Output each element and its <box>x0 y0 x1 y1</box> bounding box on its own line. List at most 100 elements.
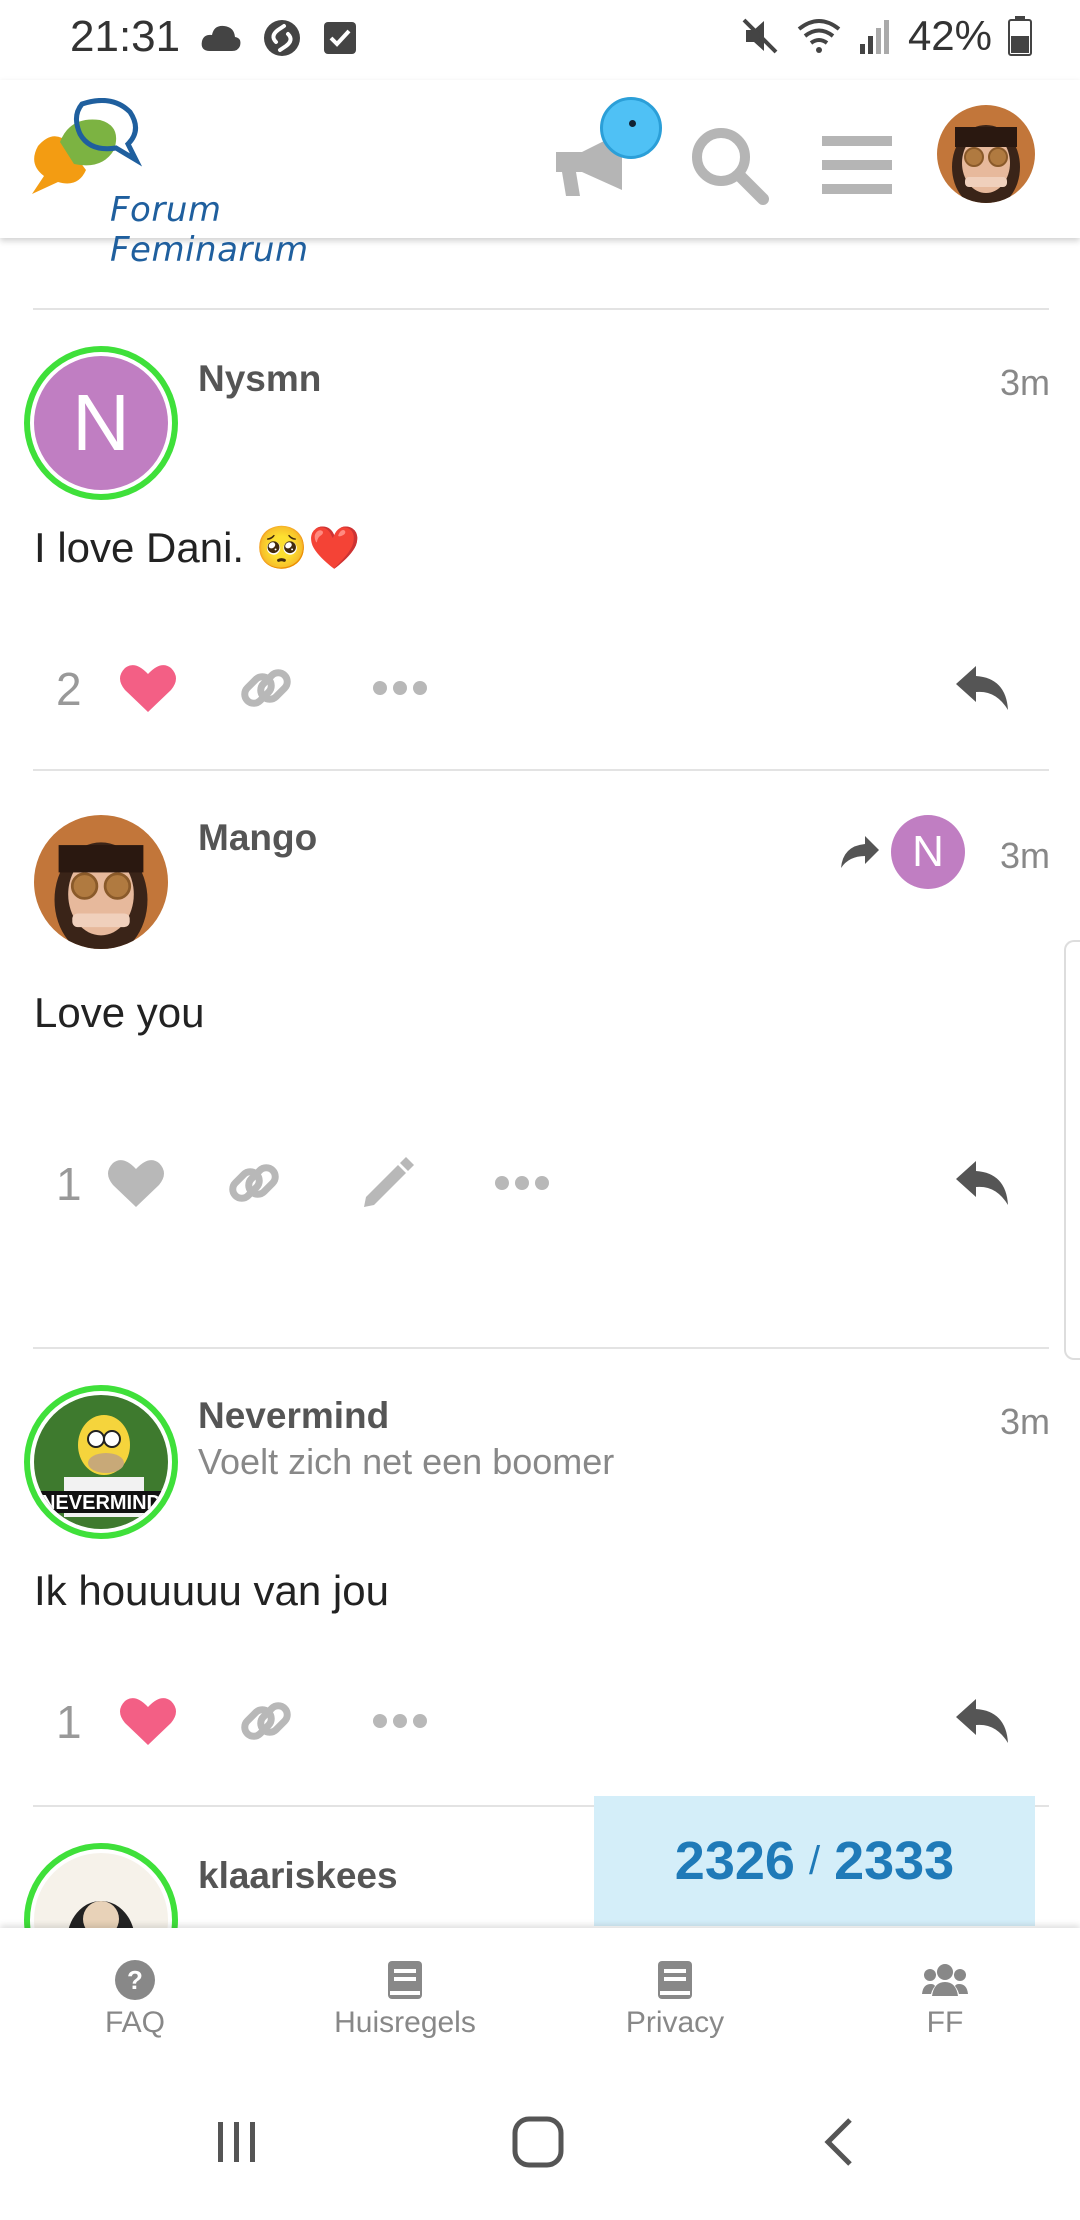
back-chevron-icon <box>824 2118 852 2166</box>
homer-avatar-image: NEVERMIND <box>34 1395 168 1529</box>
link-icon <box>229 1164 279 1202</box>
footer-item-privacy[interactable]: Privacy <box>575 1958 775 2040</box>
footer-item-faq[interactable]: ? FAQ <box>35 1958 235 2040</box>
users-icon <box>845 1958 1045 2002</box>
wifi-icon <box>797 19 841 53</box>
footer-item-huisregels[interactable]: Huisregels <box>305 1958 505 2040</box>
reply-to-indicator[interactable]: N <box>839 815 965 889</box>
reply-to-avatar: N <box>891 815 965 889</box>
progress-total: 2333 <box>834 1831 955 1891</box>
checkbox-icon <box>324 22 356 54</box>
reply-button[interactable] <box>950 656 1014 720</box>
reply-icon <box>956 1161 1008 1205</box>
post-mango: Mango N 3m Love you 1 <box>0 771 1080 1347</box>
logo-text: Forum Feminarum <box>110 190 309 270</box>
post-username[interactable]: Mango <box>198 817 317 859</box>
post-actions: 2 <box>0 648 1080 728</box>
user-avatar-ring[interactable] <box>24 1843 178 1928</box>
like-button[interactable] <box>104 1151 168 1215</box>
more-options-button[interactable] <box>368 656 432 720</box>
link-icon <box>241 669 291 707</box>
reply-icon <box>956 666 1008 710</box>
footer-item-label: FAQ <box>104 2006 165 2039</box>
footer-item-ff[interactable]: FF <box>845 1958 1045 2040</box>
back-button[interactable] <box>800 2102 880 2182</box>
hamburger-menu-icon <box>822 136 892 194</box>
heart-icon <box>120 1698 176 1745</box>
mute-icon <box>742 18 778 54</box>
post-username[interactable]: klaariskees <box>198 1855 398 1897</box>
post-time[interactable]: 3m <box>1000 362 1050 404</box>
status-time: 21:31 <box>70 12 181 61</box>
speech-bubbles-logo-icon <box>32 98 143 194</box>
heart-icon <box>108 1160 164 1207</box>
user-photo-avatar <box>34 815 168 949</box>
user-title: Voelt zich net een boomer <box>198 1441 615 1482</box>
home-square-icon <box>512 2116 564 2168</box>
menu-button[interactable] <box>812 120 902 210</box>
svg-text:NEVERMIND: NEVERMIND <box>41 1492 161 1514</box>
topic-progress-counter[interactable]: 2326 / 2333 <box>594 1796 1035 1926</box>
signal-icon <box>859 20 889 54</box>
post-nevermind: NEVERMIND Nevermind Voelt zich net een b… <box>0 1349 1080 1805</box>
post-username[interactable]: Nysmn <box>198 358 321 400</box>
battery-icon <box>1008 16 1032 56</box>
forum-logo[interactable]: Forum Feminarum <box>30 98 430 270</box>
user-avatar[interactable] <box>34 815 168 949</box>
sketch-avatar-image <box>34 1853 168 1928</box>
reply-icon <box>956 1699 1008 1743</box>
status-system-icons: 42% <box>740 12 1032 60</box>
more-options-button[interactable] <box>490 1151 554 1215</box>
more-options-button[interactable] <box>368 1689 432 1753</box>
post-actions: 1 <box>0 1143 1080 1223</box>
footer-item-label: Huisregels <box>334 2006 476 2039</box>
post-body: Love you <box>34 989 205 1036</box>
post-username[interactable]: Nevermind <box>198 1395 389 1437</box>
like-count[interactable]: 2 <box>56 662 82 716</box>
cloud-icon <box>201 25 241 51</box>
share-arrow-icon <box>841 836 879 868</box>
copy-link-button[interactable] <box>234 1689 298 1753</box>
like-count[interactable]: 1 <box>56 1695 82 1749</box>
progress-current: 2326 <box>674 1831 795 1891</box>
user-avatar-ring[interactable]: NEVERMIND <box>24 1385 178 1539</box>
progress-separator: / <box>808 1838 821 1883</box>
copy-link-button[interactable] <box>222 1151 286 1215</box>
user-avatar-ring[interactable]: N <box>24 346 178 500</box>
reply-button[interactable] <box>950 1689 1014 1753</box>
recent-apps-icon <box>218 2122 255 2162</box>
post-actions: 1 <box>0 1681 1080 1761</box>
like-button[interactable] <box>116 1689 180 1753</box>
book-icon <box>575 1958 775 2002</box>
post-time[interactable]: 3m <box>1000 1401 1050 1443</box>
like-button[interactable] <box>116 656 180 720</box>
shazam-icon <box>264 20 300 56</box>
copy-link-button[interactable] <box>234 656 298 720</box>
recent-apps-button[interactable] <box>196 2102 276 2182</box>
ellipsis-icon <box>495 1176 549 1190</box>
app-header: Forum Feminarum <box>0 80 1080 270</box>
notification-badge[interactable] <box>600 97 662 159</box>
pencil-icon <box>364 1157 414 1207</box>
footer-item-label: Privacy <box>625 2006 725 2039</box>
svg-text:?: ? <box>127 1965 143 1995</box>
user-photo-avatar <box>937 105 1035 203</box>
post-body: Ik houuuuu van jou <box>34 1567 389 1614</box>
scroll-handle[interactable] <box>1064 940 1080 1360</box>
current-user-avatar[interactable] <box>937 105 1035 203</box>
question-circle-icon: ? <box>35 1958 235 2002</box>
book-icon <box>305 1958 505 2002</box>
heart-icon <box>120 665 176 712</box>
post-time[interactable]: 3m <box>1000 835 1050 877</box>
search-button[interactable] <box>684 120 774 210</box>
reply-button[interactable] <box>950 1151 1014 1215</box>
edit-button[interactable] <box>356 1151 420 1215</box>
post-nysmn: N Nysmn 3m I love Dani. 🥺❤️ 2 <box>0 310 1080 770</box>
link-icon <box>241 1702 291 1740</box>
like-count[interactable]: 1 <box>56 1157 82 1211</box>
post-body: I love Dani. 🥺❤️ <box>34 524 361 571</box>
home-button[interactable] <box>498 2102 578 2182</box>
status-notification-icons <box>200 18 358 58</box>
ellipsis-icon <box>373 681 427 695</box>
ellipsis-icon <box>373 1714 427 1728</box>
